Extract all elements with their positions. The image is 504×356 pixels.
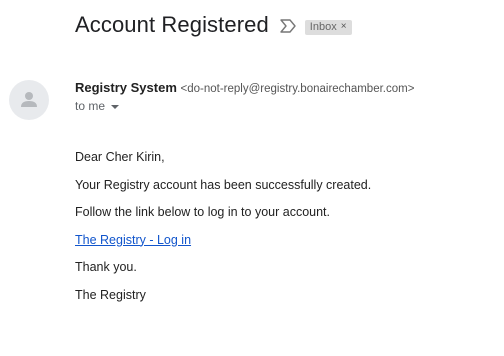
person-avatar-icon: [9, 80, 49, 120]
email-subject: Account Registered: [75, 12, 269, 37]
recipient-line[interactable]: to me: [75, 99, 414, 113]
recipient-text: to me: [75, 99, 106, 113]
body-thanks: Thank you.: [75, 260, 137, 274]
remove-label-icon[interactable]: ×: [341, 21, 347, 32]
importance-marker-icon[interactable]: [279, 18, 297, 34]
subject-row: Account Registered Inbox ×: [75, 12, 352, 38]
sender-email: <do-not-reply@registry.bonairechamber.co…: [180, 83, 415, 95]
body-link-paragraph: The Registry - Log in: [75, 233, 495, 248]
inbox-label-text: Inbox: [309, 20, 337, 33]
body-line-2: Follow the link below to log in to your …: [75, 205, 330, 219]
body-greeting: Dear Cher Kirin,: [75, 150, 165, 164]
sender-line: Registry System <do-not-reply@registry.b…: [75, 80, 414, 97]
sender-block: Registry System <do-not-reply@registry.b…: [75, 80, 414, 113]
body-line-1: Your Registry account has been successfu…: [75, 177, 372, 192]
registry-login-link[interactable]: The Registry - Log in: [75, 233, 191, 247]
email-body: Dear Cher Kirin, Your Registry account h…: [75, 150, 495, 315]
body-signature: The Registry: [75, 287, 146, 302]
inbox-label-chip[interactable]: Inbox ×: [304, 19, 352, 35]
sender-name[interactable]: Registry System: [75, 80, 177, 95]
caret-down-icon[interactable]: [111, 104, 120, 109]
